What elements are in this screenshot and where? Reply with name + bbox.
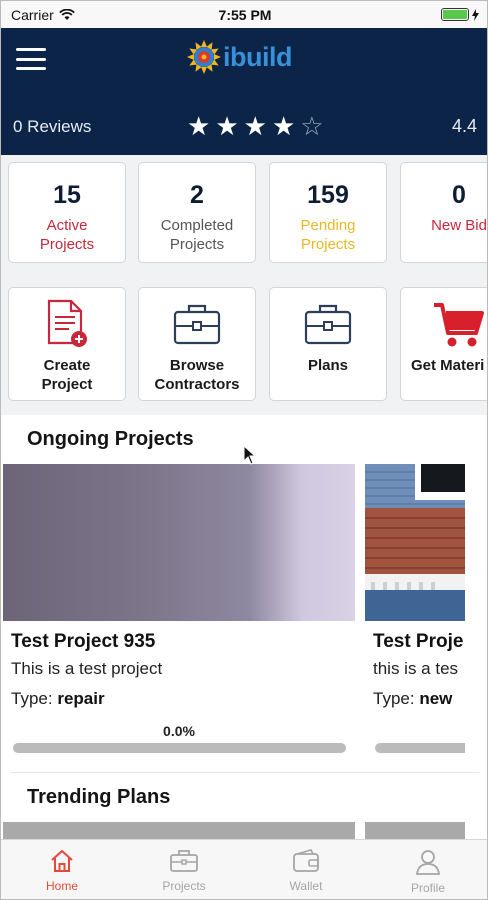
briefcase-icon: [173, 304, 221, 345]
project-description: this is a tes: [373, 659, 459, 678]
app-screen: Carrier 7:55 PM ibuild 0 Reviews ★ ★ ★ ★…: [0, 0, 488, 900]
project-card[interactable]: Test Project 935 This is a test project …: [3, 464, 355, 774]
stat-value: 15: [53, 181, 81, 209]
project-type: Type: repair: [11, 689, 105, 708]
create-project-button[interactable]: Create Project: [8, 287, 126, 401]
rating-value: 4.4: [451, 116, 477, 136]
action-label: Plans: [307, 357, 349, 374]
projects-icon: [170, 850, 198, 872]
action-label: Browse Contractors: [154, 357, 240, 393]
project-type: Type: new: [373, 689, 453, 708]
plans-button[interactable]: Plans: [269, 287, 387, 401]
trending-plan-card[interactable]: [365, 822, 465, 839]
stat-active-projects[interactable]: 15 Active Projects: [8, 162, 126, 263]
create-document-icon: [47, 299, 87, 347]
stat-label: Completed Projects: [160, 217, 234, 253]
status-time: 7:55 PM: [218, 7, 272, 23]
project-description: This is a test project: [11, 659, 163, 678]
app-header: ibuild 0 Reviews ★ ★ ★ ★ ☆ 4.4: [1, 28, 487, 155]
profile-icon: [415, 850, 441, 875]
project-type-value: repair: [57, 689, 105, 708]
stat-value: 2: [190, 181, 204, 209]
tab-label: Home: [45, 879, 78, 893]
dashboard-panel: 15 Active Projects 2 Completed Projects …: [1, 155, 487, 415]
progress-bar: [13, 743, 346, 753]
action-label: Create Project: [41, 357, 93, 393]
project-title: Test Project 935: [11, 631, 156, 652]
home-icon: [51, 850, 73, 872]
star-icon: ★: [271, 111, 296, 141]
tab-wallet[interactable]: Wallet: [245, 840, 367, 899]
ibuild-logo: ibuild: [187, 40, 292, 74]
star-icon: ★: [215, 111, 239, 141]
stat-label: New Bid: [431, 217, 487, 234]
mouse-cursor-icon: [243, 445, 257, 465]
tab-label: Projects: [162, 879, 206, 893]
cart-icon: [434, 303, 484, 347]
action-label: Get Materi: [411, 357, 485, 374]
get-materials-button[interactable]: Get Materi: [400, 287, 487, 401]
trending-plan-card[interactable]: [3, 822, 355, 839]
hamburger-menu-icon[interactable]: [16, 48, 46, 70]
star-rating: ★ ★ ★ ★ ☆: [187, 111, 324, 142]
project-card[interactable]: Test Proje this is a tes Type: new: [365, 464, 465, 774]
tab-profile[interactable]: Profile: [367, 840, 487, 899]
trending-plans-title: Trending Plans: [27, 786, 171, 808]
stat-label: Pending Projects: [300, 217, 356, 253]
progress-bar: [375, 743, 465, 753]
briefcase-icon: [304, 304, 352, 345]
stat-pending-projects[interactable]: 159 Pending Projects: [269, 162, 387, 263]
star-empty-icon: ☆: [300, 111, 324, 141]
stat-completed-projects[interactable]: 2 Completed Projects: [138, 162, 256, 263]
bottom-tab-bar: Home Projects Wallet Profile: [1, 839, 487, 899]
stat-value: 159: [307, 181, 349, 209]
tab-home[interactable]: Home: [1, 840, 123, 899]
project-type-value: new: [419, 689, 453, 708]
tab-label: Profile: [410, 881, 445, 895]
star-icon: ★: [187, 111, 211, 141]
project-image: [3, 464, 355, 621]
section-divider: [11, 772, 479, 773]
stat-new-bids[interactable]: 0 New Bid: [400, 162, 487, 263]
reviews-count[interactable]: 0 Reviews: [13, 117, 91, 137]
star-icon: ★: [243, 111, 267, 141]
ongoing-projects-title: Ongoing Projects: [27, 428, 194, 450]
logo-text: ibuild: [223, 41, 292, 72]
project-title: Test Proje: [373, 631, 464, 652]
browse-contractors-button[interactable]: Browse Contractors: [138, 287, 256, 401]
status-bar: Carrier 7:55 PM: [1, 1, 487, 28]
battery-icon: [441, 8, 479, 21]
tab-label: Wallet: [289, 879, 323, 893]
sun-logo-icon: [187, 40, 221, 74]
tab-projects[interactable]: Projects: [123, 840, 245, 899]
house-roof-image: [365, 464, 465, 621]
stat-value: 0: [452, 181, 466, 209]
stat-label: Active Projects: [39, 217, 95, 253]
wallet-icon: [293, 849, 319, 872]
progress-percent: 0.0%: [163, 723, 195, 739]
